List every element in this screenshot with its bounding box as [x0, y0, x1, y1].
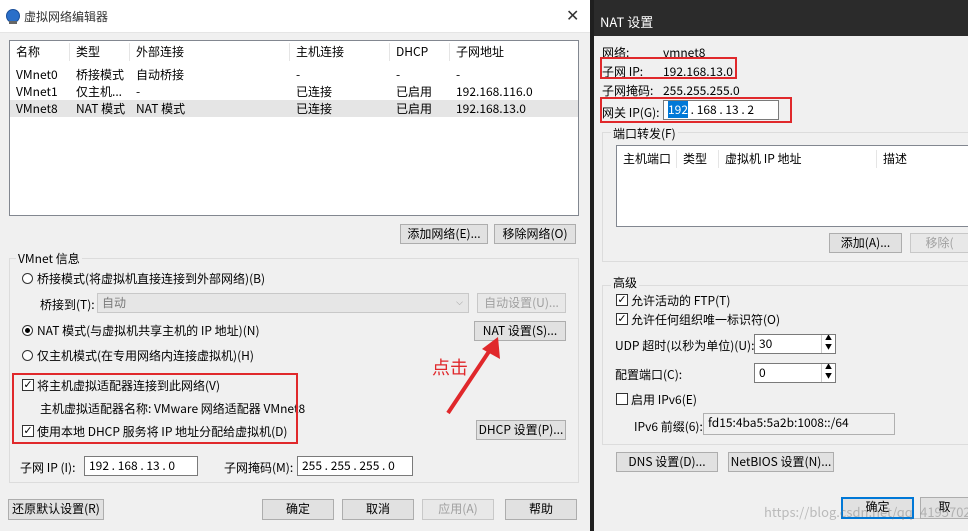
udp-timeout-field[interactable]: 30 ▲ ▼ — [754, 334, 836, 354]
col-description[interactable]: 描述 — [877, 150, 968, 168]
ipv6-prefix-label: IPv6 前缀(6): — [634, 418, 703, 435]
col-vm-ip[interactable]: 虚拟机 IP 地址 — [719, 150, 877, 168]
col-external[interactable]: 外部连接 — [130, 43, 290, 61]
cell-host: 已连接 — [296, 100, 333, 117]
nat-mode-label[interactable]: NAT 模式(与虚拟机共享主机的 IP 地址)(N) — [37, 322, 260, 339]
bridge-to-label: 桥接到(T): — [40, 296, 95, 313]
subnet-ip-field[interactable]: 192 . 168 . 13 . 0 — [84, 456, 198, 476]
config-port-field[interactable]: 0 ▲ ▼ — [754, 363, 836, 383]
cell-type: NAT 模式 — [76, 100, 126, 117]
highlight-box — [12, 373, 298, 444]
table-row-selected[interactable]: VMnet8 NAT 模式 NAT 模式 已连接 已启用 192.168.13.… — [10, 100, 578, 117]
col-dhcp[interactable]: DHCP — [390, 43, 450, 61]
chevron-down-icon: ⌵ — [456, 298, 463, 308]
cell-subnet: 192.168.116.0 — [456, 83, 533, 100]
cell-dhcp: - — [396, 66, 401, 83]
cell-external: - — [136, 83, 141, 100]
ipv6-prefix-field[interactable]: fd15:4ba5:5a2b:1008::/64 — [703, 413, 895, 435]
port-forwarding-table: 主机端口 类型 虚拟机 IP 地址 描述 — [616, 145, 968, 227]
host-only-mode-label[interactable]: 仅主机模式(在专用网络内连接虚拟机)(H) — [37, 347, 254, 364]
enable-ipv6-checkbox[interactable] — [616, 393, 628, 405]
cell-name: VMnet0 — [16, 66, 58, 83]
ok-button[interactable]: 确定 — [262, 499, 334, 520]
cell-external: NAT 模式 — [136, 100, 186, 117]
apply-button[interactable]: 应用(A) — [422, 499, 494, 520]
dns-settings-button[interactable]: DNS 设置(D)... — [616, 452, 718, 472]
udp-timeout-label: UDP 超时(以秒为单位)(U): — [615, 337, 755, 354]
virtual-network-editor-window: 虚拟网络编辑器 ✕ 名称 类型 外部连接 主机连接 DHCP 子网地址 VMne… — [0, 0, 590, 531]
bridge-mode-label[interactable]: 桥接模式(将虚拟机直接连接到外部网络)(B) — [37, 270, 265, 287]
window-title: 虚拟网络编辑器 — [24, 8, 109, 25]
window-title: NAT 设置 — [600, 12, 654, 31]
cell-host: - — [296, 66, 301, 83]
port-forwarding-label: 端口转发(F) — [611, 125, 678, 142]
remove-button[interactable]: 移除( — [910, 233, 968, 253]
subnet-mask-label: 子网掩码(M): — [224, 459, 294, 476]
cell-type: 仅主机... — [76, 83, 123, 100]
nat-mode-radio[interactable] — [22, 325, 33, 336]
bridge-mode-radio[interactable] — [22, 273, 33, 284]
allow-ftp-label[interactable]: 允许活动的 FTP(T) — [631, 292, 730, 309]
cell-type: 桥接模式 — [76, 66, 125, 83]
cell-subnet: - — [456, 66, 461, 83]
cell-name: VMnet8 — [16, 100, 58, 117]
col-type[interactable]: 类型 — [677, 150, 719, 168]
table-row[interactable]: VMnet1 仅主机... - 已连接 已启用 192.168.116.0 — [10, 83, 578, 100]
auto-settings-button[interactable]: 自动设置(U)... — [477, 293, 566, 313]
remove-network-button[interactable]: 移除网络(O) — [494, 224, 576, 244]
host-only-mode-radio[interactable] — [22, 350, 33, 361]
stepper-icon[interactable]: ▲ ▼ — [821, 364, 835, 382]
cell-external: 自动桥接 — [136, 66, 185, 83]
cell-dhcp: 已启用 — [396, 83, 433, 100]
help-button[interactable]: 帮助 — [505, 499, 577, 520]
cell-name: VMnet1 — [16, 83, 58, 100]
network-table: 名称 类型 外部连接 主机连接 DHCP 子网地址 VMnet0 桥接模式 自动… — [9, 40, 579, 216]
config-port-label: 配置端口(C): — [615, 366, 683, 383]
col-subnet[interactable]: 子网地址 — [450, 43, 578, 61]
netbios-settings-button[interactable]: NetBIOS 设置(N)... — [728, 452, 834, 472]
subnet-ip-label: 子网 IP (I): — [20, 459, 76, 476]
vmnet-info-label: VMnet 信息 — [16, 250, 82, 267]
cell-host: 已连接 — [296, 83, 333, 100]
udp-timeout-value: 30 — [759, 335, 773, 352]
stand-icon — [9, 21, 17, 24]
config-port-value: 0 — [759, 364, 766, 381]
dhcp-settings-button[interactable]: DHCP 设置(P)... — [476, 420, 566, 440]
bridge-to-select[interactable]: 自动 ⌵ — [97, 293, 469, 313]
table-row[interactable]: VMnet0 桥接模式 自动桥接 - - - — [10, 66, 578, 83]
table-header: 名称 类型 外部连接 主机连接 DHCP 子网地址 — [10, 43, 578, 61]
highlight-box — [600, 97, 792, 123]
enable-ipv6-label[interactable]: 启用 IPv6(E) — [631, 391, 697, 408]
subnet-mask-field[interactable]: 255 . 255 . 255 . 0 — [297, 456, 413, 476]
watermark: https://blog.csdn.net/qq_41957024 — [764, 502, 968, 521]
col-name[interactable]: 名称 — [10, 43, 70, 61]
cancel-button[interactable]: 取消 — [342, 499, 414, 520]
stepper-icon[interactable]: ▲ ▼ — [821, 335, 835, 353]
allow-oui-label[interactable]: 允许任何组织唯一标识符(O) — [631, 311, 780, 328]
arrow-icon — [446, 337, 500, 415]
highlight-box — [600, 57, 737, 79]
col-host-connection[interactable]: 主机连接 — [290, 43, 390, 61]
bridge-to-value: 自动 — [102, 294, 127, 311]
cell-subnet: 192.168.13.0 — [456, 100, 526, 117]
cell-dhcp: 已启用 — [396, 100, 433, 117]
title-bar: NAT 设置 — [594, 0, 968, 36]
add-network-button[interactable]: 添加网络(E)... — [400, 224, 488, 244]
allow-oui-checkbox[interactable]: ✓ — [616, 313, 628, 325]
advanced-label: 高级 — [611, 274, 640, 291]
add-button[interactable]: 添加(A)... — [829, 233, 902, 253]
close-icon[interactable]: ✕ — [566, 6, 579, 25]
nat-settings-window: NAT 设置 网络: vmnet8 子网 IP: 192.168.13.0 子网… — [594, 0, 968, 531]
allow-ftp-checkbox[interactable]: ✓ — [616, 294, 628, 306]
title-bar: 虚拟网络编辑器 ✕ — [0, 0, 590, 33]
col-host-port[interactable]: 主机端口 — [617, 150, 677, 168]
restore-defaults-button[interactable]: 还原默认设置(R) — [8, 499, 104, 520]
col-type[interactable]: 类型 — [70, 43, 130, 61]
